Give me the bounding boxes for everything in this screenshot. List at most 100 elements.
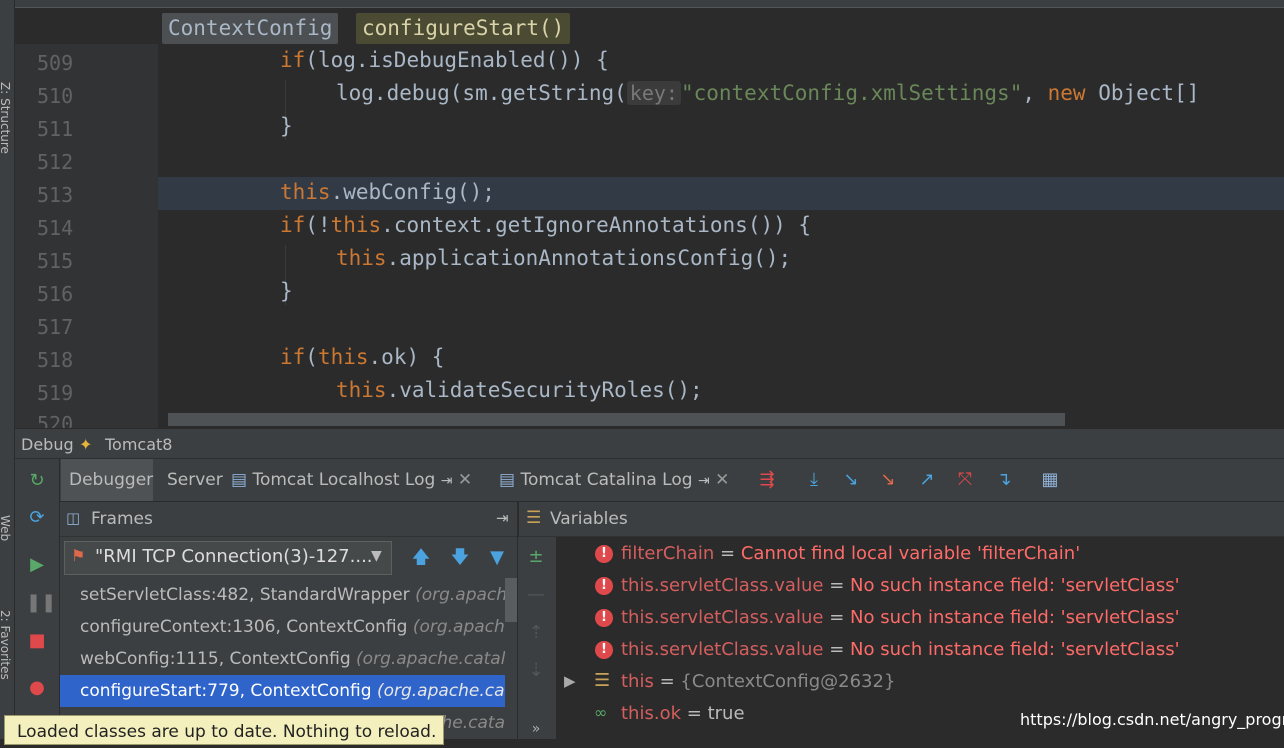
- line-number: 515: [37, 249, 74, 273]
- pin-icon[interactable]: ⇥: [441, 473, 453, 489]
- drop-frame-icon[interactable]: ⤧: [954, 469, 976, 491]
- variable-row[interactable]: this.servletClass.value = No such instan…: [621, 607, 1180, 628]
- tab-debugger[interactable]: Debugger: [61, 459, 153, 501]
- variable-name: this.ok: [621, 703, 682, 724]
- pin-icon[interactable]: ⇥: [698, 473, 710, 489]
- left-tool-strip: Z: Structure Web 2: Favorites: [0, 0, 15, 739]
- code-line: this.webConfig();: [280, 180, 495, 204]
- code-line: this.validateSecurityRoles();: [336, 378, 703, 402]
- variable-name: this: [621, 671, 654, 692]
- line-number: 510: [37, 84, 74, 108]
- line-number: 509: [37, 51, 74, 75]
- thread-selector[interactable]: ⚑ "RMI TCP Connection(3)-127.... ▼: [64, 541, 392, 575]
- variable-name: this.servletClass.value: [621, 575, 824, 596]
- structure-tab[interactable]: Z: Structure: [0, 82, 12, 154]
- line-number: 512: [37, 150, 74, 174]
- expand-arrow-icon[interactable]: ▶: [564, 672, 576, 690]
- step-into-icon[interactable]: ↘: [840, 469, 862, 491]
- breadcrumb-method[interactable]: configureStart(): [356, 13, 571, 44]
- tab-server[interactable]: Server: [167, 459, 223, 501]
- tab-tomcat-catalina-log-group[interactable]: ▤ Tomcat Catalina Log ⇥ ✕: [499, 459, 729, 501]
- variable-value: {ContextConfig@2632}: [680, 671, 896, 692]
- variable-row[interactable]: this.servletClass.value = No such instan…: [621, 639, 1180, 660]
- error-icon: !: [595, 577, 613, 595]
- rerun-icon[interactable]: ↻: [26, 470, 48, 492]
- favorites-tab[interactable]: 2: Favorites: [0, 610, 12, 680]
- line-number: 519: [37, 381, 74, 405]
- breadcrumb-class[interactable]: ContextConfig: [162, 13, 339, 44]
- new-watch-icon[interactable]: ±: [525, 546, 547, 568]
- move-up-icon[interactable]: ⇡: [525, 622, 547, 644]
- step-over-icon[interactable]: ⤓: [803, 469, 825, 491]
- debug-title: Debug: [21, 435, 74, 454]
- variables-label: Variables: [550, 509, 628, 529]
- move-down-icon[interactable]: ⇣: [525, 660, 547, 682]
- line-number: 513: [37, 183, 74, 207]
- variable-row[interactable]: this.ok = true: [621, 703, 745, 724]
- code-line: if(this.ok) {: [280, 345, 445, 369]
- more-icon[interactable]: »: [525, 718, 547, 740]
- horizontal-scrollbar[interactable]: [168, 413, 1065, 426]
- debug-toolwindow-title: Debug ✦ Tomcat8: [15, 429, 1284, 459]
- frame-method: setServletClass:482, StandardWrapper: [80, 585, 410, 605]
- tomcat-icon: ✦: [79, 435, 93, 454]
- frame-package: (org.apache: [412, 617, 505, 637]
- web-tab[interactable]: Web: [0, 515, 12, 541]
- frame-package: (org.apache.cata: [376, 681, 505, 701]
- frame-package: (org.apache: [415, 585, 505, 605]
- pause-icon[interactable]: ❚❚: [26, 592, 56, 614]
- code-line: if(!this.context.getIgnoreAnnotations())…: [280, 213, 812, 237]
- frames-scrollbar[interactable]: [505, 578, 517, 622]
- variable-separator: =: [659, 671, 675, 692]
- frame-row[interactable]: setServletClass:482, StandardWrapper (or…: [60, 579, 505, 611]
- view-breakpoints-icon[interactable]: ●: [26, 677, 48, 699]
- frames-label: Frames: [91, 509, 153, 529]
- variable-row[interactable]: this.servletClass.value = No such instan…: [621, 575, 1180, 596]
- stop-icon[interactable]: ■: [26, 630, 48, 652]
- step-out-icon[interactable]: ↗: [916, 469, 938, 491]
- code-editor[interactable]: ContextConfig configureStart() 509 510 5…: [15, 0, 1284, 428]
- run-to-cursor-icon[interactable]: ↴: [993, 469, 1015, 491]
- variable-name: this.servletClass.value: [621, 639, 824, 660]
- pin-icon[interactable]: ⇥: [496, 509, 509, 527]
- variable-value: No such instance field: 'servletClass': [850, 575, 1180, 596]
- editor-top-border: [15, 0, 1284, 8]
- close-icon[interactable]: ✕: [715, 470, 729, 490]
- variable-value: Cannot find local variable 'filterChain': [740, 543, 1081, 564]
- filter-icon[interactable]: ▼: [486, 547, 508, 569]
- error-icon: !: [595, 609, 613, 627]
- close-icon[interactable]: ✕: [458, 470, 472, 490]
- force-step-into-icon[interactable]: ↘: [877, 469, 899, 491]
- frame-row[interactable]: configureContext:1306, ContextConfig (or…: [60, 611, 505, 643]
- line-number: 511: [37, 117, 74, 141]
- log-icon: ▤: [499, 470, 516, 490]
- error-icon: !: [595, 641, 613, 659]
- code-line: }: [280, 114, 293, 138]
- variable-value: true: [707, 703, 745, 724]
- previous-frame-icon[interactable]: 🡅: [410, 547, 432, 569]
- show-execution-point-icon[interactable]: ⇶: [756, 469, 778, 491]
- tab-tomcat-localhost-log[interactable]: Tomcat Localhost Log: [252, 470, 435, 490]
- refresh-icon[interactable]: ⟳: [26, 507, 48, 529]
- resume-icon[interactable]: ▶: [26, 554, 48, 576]
- run-config-name[interactable]: Tomcat8: [105, 435, 172, 454]
- variables-icon: ☰: [526, 508, 542, 528]
- line-number: 514: [37, 216, 74, 240]
- remove-watch-icon[interactable]: —: [525, 584, 547, 606]
- frame-row[interactable]: webConfig:1115, ContextConfig (org.apach…: [60, 643, 505, 675]
- chevron-down-icon[interactable]: ▼: [371, 548, 382, 564]
- variable-row[interactable]: this = {ContextConfig@2632}: [621, 671, 895, 692]
- frame-method: webConfig:1115, ContextConfig: [80, 649, 351, 669]
- variable-separator: =: [829, 607, 845, 628]
- frame-method: configureStart:779, ContextConfig: [80, 681, 372, 701]
- variable-name: this.servletClass.value: [621, 607, 824, 628]
- tab-tomcat-localhost-log-group[interactable]: ▤ Tomcat Localhost Log ⇥ ✕: [231, 459, 472, 501]
- tab-tomcat-catalina-log[interactable]: Tomcat Catalina Log: [520, 470, 692, 490]
- evaluate-expression-icon[interactable]: ▦: [1039, 469, 1061, 491]
- frames-header: ◫ Frames ⇥: [60, 502, 517, 537]
- next-frame-icon[interactable]: 🡇: [449, 547, 471, 569]
- variable-row[interactable]: filterChain = Cannot find local variable…: [621, 543, 1080, 564]
- object-icon: ☰: [594, 670, 611, 691]
- debug-tab-bar: Debugger Server ▤ Tomcat Localhost Log ⇥…: [15, 459, 1284, 502]
- frame-row-selected[interactable]: configureStart:779, ContextConfig (org.a…: [60, 675, 505, 707]
